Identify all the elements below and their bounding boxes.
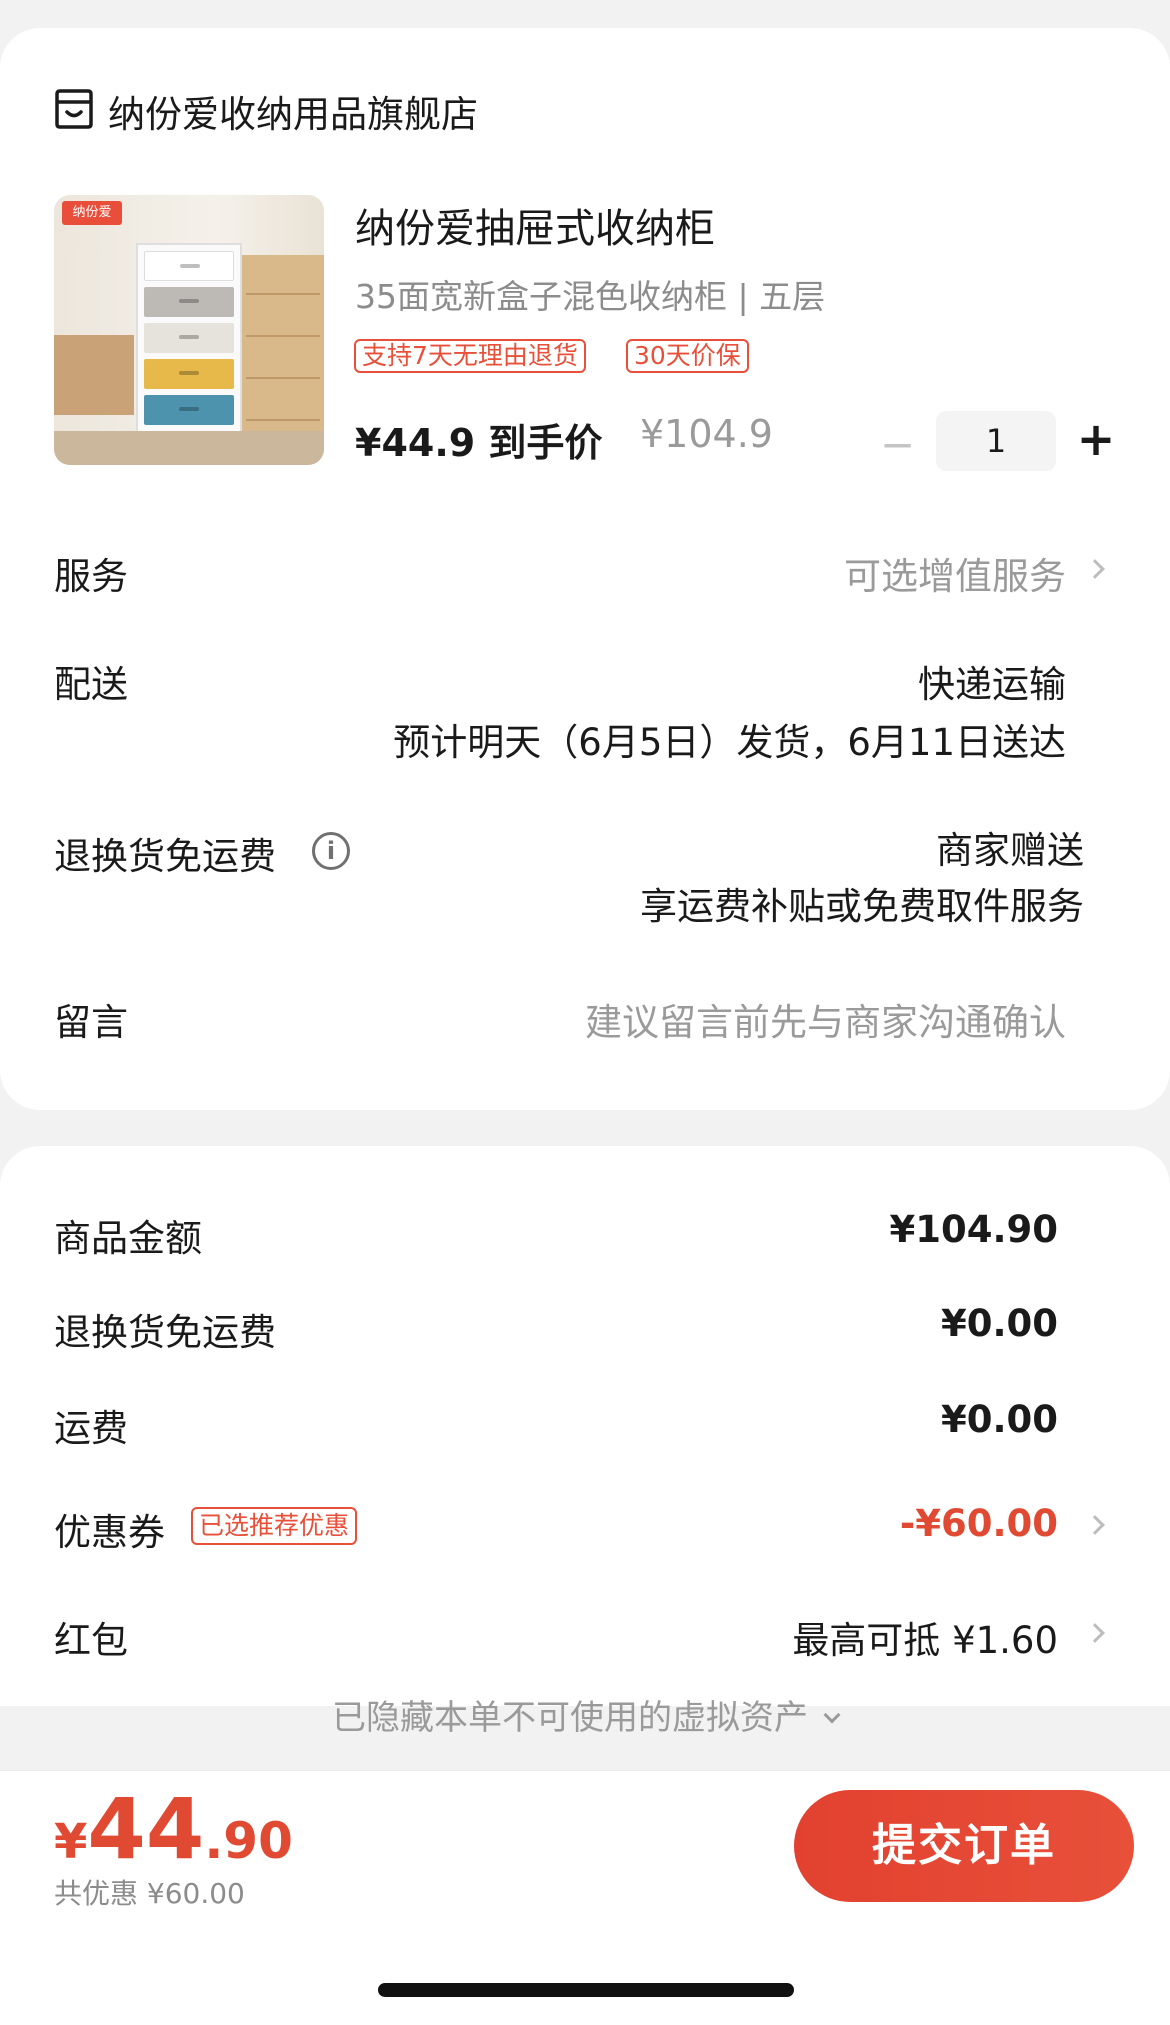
return-shipping-value: 商家赠送 [936, 829, 1084, 872]
return-shipping-fee-label: 退换货免运费 [54, 1311, 276, 1354]
shipping-fee-value: ¥0.00 [940, 1398, 1058, 1441]
red-packet-label: 红包 [54, 1619, 128, 1662]
quantity-input[interactable]: 1 [936, 411, 1056, 471]
coupon-recommended-tag: 已选推荐优惠 [191, 1507, 358, 1545]
return-shipping-fee-value: ¥0.00 [940, 1302, 1058, 1345]
brand-logo: 纳份爱 [62, 201, 122, 225]
chevron-down-icon [823, 1706, 841, 1724]
product-spec[interactable]: 35面宽新盒子混色收纳柜 | 五层 [355, 270, 825, 318]
return-policy-tag: 支持7天无理由退货 [354, 339, 586, 373]
delivery-label: 配送 [54, 663, 128, 706]
info-icon[interactable]: i [312, 832, 350, 870]
delivery-method[interactable]: 快递运输 [918, 654, 1066, 708]
message-label: 留言 [54, 1001, 128, 1044]
return-shipping-desc: 享运费补贴或免费取件服务 [640, 885, 1084, 928]
store-name[interactable]: 纳份爱收纳用品旗舰店 [108, 84, 478, 138]
delivery-eta: 预计明天（6月5日）发货，6月11日送达 [393, 721, 1066, 764]
red-packet-value[interactable]: 最高可抵 ¥1.60 [792, 1610, 1058, 1664]
coupon-label: 优惠券 [54, 1511, 165, 1554]
home-indicator[interactable] [378, 1983, 794, 1997]
goods-amount-value: ¥104.90 [889, 1208, 1058, 1251]
coupon-value[interactable]: -¥60.00 [900, 1502, 1058, 1545]
shipping-fee-label: 运费 [54, 1407, 128, 1450]
return-shipping-label: 退换货免运费 [54, 835, 276, 878]
price-protect-tag: 30天价保 [626, 339, 749, 373]
hidden-assets-toggle[interactable]: 已隐藏本单不可使用的虚拟资产 [0, 1690, 1170, 1739]
service-value[interactable]: 可选增值服务 [844, 546, 1066, 600]
total-price: ¥44.90 [54, 1780, 293, 1878]
quantity-decrease-button[interactable]: − [880, 420, 915, 469]
message-input[interactable]: 建议留言前先与商家沟通确认 [585, 992, 1066, 1046]
service-label: 服务 [54, 555, 128, 598]
goods-amount-label: 商品金额 [54, 1217, 202, 1260]
product-thumbnail[interactable]: 纳份爱 [54, 195, 324, 465]
store-icon [55, 89, 93, 129]
original-price: ¥104.9 [640, 412, 773, 456]
hidden-assets-text: 已隐藏本单不可使用的虚拟资产 [332, 1698, 808, 1738]
quantity-increase-button[interactable]: + [1076, 412, 1116, 466]
product-title[interactable]: 纳份爱抽屉式收纳柜 [355, 196, 715, 254]
final-price: ¥44.9 到手价 [355, 421, 603, 465]
total-discount: 共优惠 ¥60.00 [54, 1877, 245, 1910]
submit-order-button[interactable]: 提交订单 [794, 1790, 1134, 1902]
